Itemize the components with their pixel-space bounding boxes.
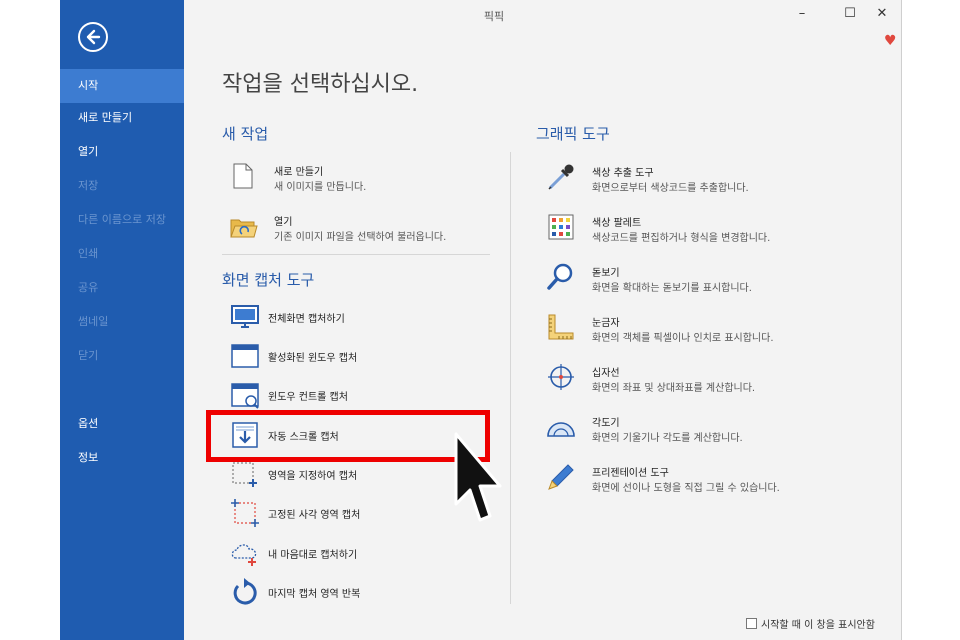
item-title: 영역을 지정하여 캡처 [268,471,358,482]
title-bar: 픽픽 – ☐ ✕ [184,0,902,30]
sidebar-item-about[interactable]: 정보 [60,441,184,475]
checkbox-box[interactable] [746,618,757,629]
maximize-button[interactable]: ☐ [838,6,862,24]
item-desc: 기존 이미지 파일을 선택하여 불러옵니다. [274,232,447,243]
mouse-cursor-icon [454,432,502,522]
ruler-icon [548,314,574,340]
heart-icon[interactable]: ♥ [884,33,897,49]
crosshair-icon [548,364,574,390]
item-title: 고정된 사각 영역 캡처 [268,510,361,521]
sidebar-item-open[interactable]: 열기 [60,135,184,169]
sidebar-item-start[interactable]: 시작 [60,69,184,103]
open-file-item[interactable]: 열기 기존 이미지 파일을 선택하여 불러옵니다. [228,207,488,247]
divider [222,254,490,255]
item-desc: 화면의 객체를 픽셀이나 인치로 표시합니다. [592,333,774,344]
item-title: 십자선 [592,368,620,379]
item-desc: 화면에 선이나 도형을 직접 그릴 수 있습니다. [592,483,780,494]
divider-vertical [510,152,511,604]
close-button[interactable]: ✕ [870,6,894,24]
sidebar-item-print[interactable]: 인쇄 [60,237,184,271]
item-title: 각도기 [592,418,620,429]
crosshair-item[interactable]: 십자선 화면의 좌표 및 상대좌표를 계산합니다. [546,358,846,398]
item-title: 윈도우 컨트롤 캡처 [268,392,348,403]
sidebar: 시작 새로 만들기 열기 저장 다른 이름으로 저장 인쇄 공유 썸네일 닫기 … [60,0,184,640]
checkbox-label: 시작할 때 이 창을 표시안함 [761,620,875,631]
item-desc: 색상코드를 편집하거나 형식을 변경합니다. [592,233,771,244]
sidebar-item-options[interactable]: 옵션 [60,407,184,441]
protractor-item[interactable]: 각도기 화면의 기울기나 각도를 계산합니다. [546,408,846,448]
region-select-icon [232,462,257,487]
item-desc: 화면으로부터 색상코드를 추출합니다. [592,183,749,194]
open-folder-icon [230,219,258,238]
item-title: 색상 팔레트 [592,218,642,229]
item-title: 열기 [274,217,293,228]
repeat-icon [233,578,257,605]
sidebar-item-thumbnail[interactable]: 썸네일 [60,305,184,339]
freeform-capture-icon [231,544,257,566]
section-title-capture: 화면 캡처 도구 [222,271,315,289]
window-icon [231,344,259,368]
magnifier-item[interactable]: 돋보기 화면을 확대하는 돋보기를 표시합니다. [546,258,846,298]
item-title: 내 마음대로 캡처하기 [268,550,358,561]
eyedropper-icon [548,164,574,190]
item-title: 프리젠테이션 도구 [592,468,669,479]
new-document-icon [233,163,253,189]
item-desc: 화면을 확대하는 돋보기를 표시합니다. [592,283,752,294]
pen-icon [548,464,574,490]
presentation-tool-item[interactable]: 프리젠테이션 도구 화면에 선이나 도형을 직접 그릴 수 있습니다. [546,458,846,498]
sidebar-item-share[interactable]: 공유 [60,271,184,305]
item-title: 새로 만들기 [274,167,324,178]
back-button[interactable] [78,22,108,52]
capture-window-control-item[interactable]: 윈도우 컨트롤 캡처 [230,378,480,412]
sidebar-item-save[interactable]: 저장 [60,169,184,203]
section-title-new-task: 새 작업 [222,125,269,143]
item-title: 마지막 캡처 영역 반복 [268,589,361,600]
magnifier-icon [547,263,573,290]
color-picker-item[interactable]: 색상 추출 도구 화면으로부터 색상코드를 추출합니다. [546,158,846,198]
item-title: 색상 추출 도구 [592,168,654,179]
section-title-graphic: 그래픽 도구 [536,125,610,143]
dont-show-checkbox[interactable]: 시작할 때 이 창을 표시안함 [746,616,875,631]
page-title: 작업을 선택하십시오. [222,72,419,97]
window-control-icon [231,383,259,409]
item-desc: 새 이미지를 만듭니다. [274,182,367,193]
item-title: 돋보기 [592,268,620,279]
capture-freeform-item[interactable]: 내 마음대로 캡처하기 [230,536,480,570]
sidebar-item-save-as[interactable]: 다른 이름으로 저장 [60,203,184,237]
palette-grid-icon [548,214,574,240]
back-arrow-icon [86,29,101,45]
item-title: 전체화면 캡처하기 [268,314,345,325]
capture-region-item[interactable]: 영역을 지정하여 캡처 [230,457,480,491]
sidebar-item-new[interactable]: 새로 만들기 [60,101,184,135]
fixed-region-icon [231,499,259,527]
protractor-icon [547,422,575,437]
item-desc: 화면의 좌표 및 상대좌표를 계산합니다. [592,383,756,394]
ruler-item[interactable]: 눈금자 화면의 객체를 픽셀이나 인치로 표시합니다. [546,308,846,348]
capture-active-window-item[interactable]: 활성화된 윈도우 캡처 [230,339,480,373]
minimize-button[interactable]: – [790,6,814,24]
item-title: 활성화된 윈도우 캡처 [268,353,358,364]
color-palette-item[interactable]: 색상 팔레트 색상코드를 편집하거나 형식을 변경합니다. [546,208,846,248]
app-title: 픽픽 [483,10,505,23]
monitor-icon [231,305,259,328]
capture-repeat-last-item[interactable]: 마지막 캡처 영역 반복 [230,575,480,609]
item-title: 눈금자 [592,318,620,329]
sidebar-item-close[interactable]: 닫기 [60,339,184,373]
item-desc: 화면의 기울기나 각도를 계산합니다. [592,433,743,444]
new-image-item[interactable]: 새로 만들기 새 이미지를 만듭니다. [228,157,488,197]
capture-fullscreen-item[interactable]: 전체화면 캡처하기 [230,300,480,334]
capture-fixed-region-item[interactable]: 고정된 사각 영역 캡처 [230,496,480,530]
